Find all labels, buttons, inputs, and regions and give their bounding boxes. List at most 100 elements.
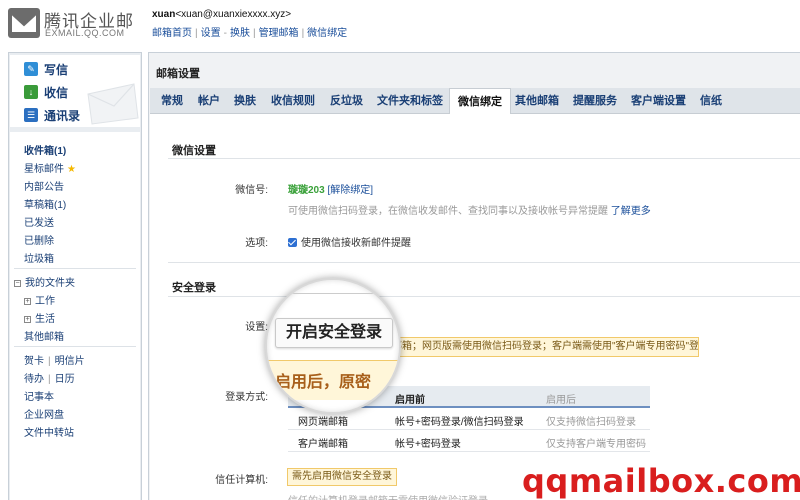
section-divider (168, 296, 800, 297)
trust-computer-desc: 信任的计算机登录邮箱无需使用微信验证登录 (288, 492, 488, 500)
row-type: 网页端邮箱 (298, 417, 348, 428)
logo-text-en: EXMAIL.QQ.COM (45, 28, 125, 38)
top-header: 腾讯企业邮 EXMAIL.QQ.COM xuan<xuan@xuanxiexxx… (0, 0, 800, 50)
folder-list: 收件箱(1) 星标邮件 ★ 内部公告 草稿箱(1) 已发送 已删除 垃圾箱 − 我的… (10, 132, 140, 500)
row-before: 帐号+密码登录 (395, 439, 461, 450)
user-info: xuan<xuan@xuanxiexxxx.xyz> (152, 9, 291, 20)
login-method-label: 登录方式: (225, 392, 268, 403)
receive-label: 收信 (44, 85, 69, 100)
folder-divider (14, 346, 136, 347)
section-divider (168, 262, 800, 263)
option-label: 选项: (245, 238, 268, 249)
wechat-account-row: 璇璇203 [解除绑定] (288, 181, 373, 196)
tools-disk[interactable]: 企业网盘 (24, 406, 64, 421)
wechat-notify-checkbox[interactable] (288, 238, 297, 247)
pencil-icon: ✎ (24, 62, 38, 76)
tab-client-settings[interactable]: 客户端设置 (623, 88, 694, 114)
inline-separator: | (48, 374, 51, 385)
my-folders-label: 我的文件夹 (25, 278, 75, 289)
folder-divider (14, 268, 136, 269)
user-name: xuan (152, 9, 176, 20)
tab-folders-labels[interactable]: 文件夹和标签 (369, 88, 451, 114)
nav-skin-link[interactable]: 换肤 (230, 28, 250, 39)
row-before: 帐号+密码登录/微信扫码登录 (395, 417, 524, 428)
nav-separator: - (223, 28, 227, 39)
nav-separator: | (195, 28, 198, 39)
compose-label: 写信 (44, 62, 69, 77)
contacts-icon: ☰ (24, 108, 38, 122)
row-after: 仅支持客户端专用密码 (546, 439, 646, 450)
enable-secure-login-button[interactable]: 开启安全登录 (275, 318, 393, 348)
tab-wechat-binding[interactable]: 微信绑定 (449, 88, 511, 115)
folder-sent[interactable]: 已发送 (24, 214, 54, 229)
security-setting-label: 设置: (245, 322, 268, 333)
contacts-label: 通讯录 (44, 108, 81, 123)
learn-more-link[interactable]: 了解更多 (611, 206, 651, 217)
magnifier-overlay: 开启安全登录 启用后，原密 (265, 278, 401, 414)
folder-drafts[interactable]: 草稿箱(1) (24, 196, 66, 211)
wechat-desc-text: 可使用微信扫码登录，在微信收发邮件、查找同事以及接收帐号异常提醒 (288, 206, 608, 217)
tab-skin[interactable]: 换肤 (226, 88, 264, 114)
section-divider (168, 158, 800, 159)
wechat-section-title: 微信设置 (172, 145, 216, 157)
trust-computer-label: 信任计算机: (215, 475, 268, 486)
nav-settings-link[interactable]: 设置 (201, 28, 221, 39)
folder-work-label: 工作 (35, 296, 55, 307)
exmail-logo-icon (8, 8, 40, 38)
expand-plus-icon: + (24, 316, 31, 323)
option-row: 使用微信接收新邮件提醒 (288, 234, 411, 249)
star-icon: ★ (67, 164, 76, 175)
envelope-decoration-icon (87, 83, 139, 125)
folder-deleted[interactable]: 已删除 (24, 232, 54, 247)
todo-link[interactable]: 待办 (24, 374, 44, 385)
folder-other-mailbox[interactable]: 其他邮箱 (24, 328, 64, 343)
security-section-title: 安全登录 (172, 282, 216, 294)
tab-other-mailbox[interactable]: 其他邮箱 (507, 88, 567, 114)
watermark-text: qqmailbox.com (522, 462, 800, 500)
wechat-account-value: 璇璇203 (288, 185, 325, 196)
card-link[interactable]: 贺卡 (24, 356, 44, 367)
user-email: <xuan@xuanxiexxxx.xyz> (175, 9, 292, 20)
my-folders-toggle[interactable]: − 我的文件夹 (14, 274, 75, 289)
folder-announce[interactable]: 内部公告 (24, 178, 64, 193)
expand-plus-icon: + (24, 298, 31, 305)
page-title: 邮箱设置 (156, 68, 200, 80)
folder-life[interactable]: + 生活 (24, 310, 55, 325)
wechat-account-label: 微信号: (235, 185, 268, 196)
tab-antispam[interactable]: 反垃圾 (322, 88, 371, 114)
tab-account[interactable]: 帐户 (190, 88, 228, 114)
folder-spam[interactable]: 垃圾箱 (24, 250, 54, 265)
tools-notes[interactable]: 记事本 (24, 388, 54, 403)
tab-reminder[interactable]: 提醒服务 (565, 88, 625, 114)
exmail-logo[interactable]: 腾讯企业邮 EXMAIL.QQ.COM (8, 6, 143, 42)
nav-home-link[interactable]: 邮箱首页 (152, 28, 192, 39)
top-nav: 邮箱首页 | 设置 - 换肤 | 管理邮箱 | 微信绑定 (152, 24, 347, 39)
folder-life-label: 生活 (35, 314, 55, 325)
calendar-link[interactable]: 日历 (55, 374, 75, 385)
tools-cards: 贺卡 | 明信片 (24, 352, 85, 367)
collapse-minus-icon: − (14, 280, 21, 287)
postcard-link[interactable]: 明信片 (55, 356, 85, 367)
nav-admin-link[interactable]: 管理邮箱 (259, 28, 299, 39)
row-type: 客户端邮箱 (298, 439, 348, 450)
trust-computer-button[interactable]: 需先启用微信安全登录 (287, 468, 397, 486)
col-header-after: 启用后 (546, 395, 576, 406)
unbind-link[interactable]: [解除绑定] (327, 185, 373, 196)
nav-wechat-link[interactable]: 微信绑定 (307, 28, 347, 39)
tools-transfer[interactable]: 文件中转站 (24, 424, 74, 439)
tools-todo: 待办 | 日历 (24, 370, 75, 385)
row-after: 仅支持微信扫码登录 (546, 417, 636, 428)
nav-separator: | (301, 28, 305, 39)
nav-separator: | (252, 28, 256, 39)
inline-separator: | (48, 356, 51, 367)
tab-general[interactable]: 常规 (153, 88, 191, 114)
magnified-divider (267, 293, 399, 294)
folder-inbox[interactable]: 收件箱(1) (24, 142, 66, 157)
magnified-notice-text: 启用后，原密 (275, 374, 372, 391)
folder-starred[interactable]: 星标邮件 ★ (24, 160, 76, 175)
tab-stationery[interactable]: 信纸 (692, 88, 730, 114)
wechat-notify-text: 使用微信接收新邮件提醒 (301, 238, 411, 249)
tab-receive-rules[interactable]: 收信规则 (263, 88, 323, 114)
folder-work[interactable]: + 工作 (24, 292, 55, 307)
table-row: 客户端邮箱 帐号+密码登录 仅支持客户端专用密码 (288, 430, 650, 452)
